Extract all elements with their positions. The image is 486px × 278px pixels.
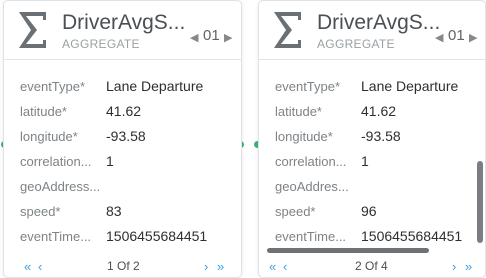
pointer-right-icon[interactable]: ▶ xyxy=(224,31,232,44)
pointer-left-icon[interactable]: ◀ xyxy=(435,31,443,44)
card-type: AGGREGATE xyxy=(62,37,140,51)
pointer-left-icon[interactable]: ◀ xyxy=(190,31,198,44)
first-page-button[interactable]: « xyxy=(24,259,31,274)
processor-card[interactable]: DriverAvgS... AGGREGATE ◀ 01 ▶ eventType… xyxy=(3,0,242,278)
field-value: 41.62 xyxy=(106,103,142,119)
field-value: 1 xyxy=(361,153,369,169)
field-key: eventType* xyxy=(20,79,86,94)
last-page-button[interactable]: » xyxy=(217,259,224,274)
horizontal-scrollbar[interactable] xyxy=(267,248,429,253)
processor-card[interactable]: DriverAvgS... AGGREGATE ◀ 01 ▶ eventType… xyxy=(258,0,486,278)
field-value: 96 xyxy=(361,203,377,219)
field-value: 1 xyxy=(106,153,114,169)
field-key: latitude* xyxy=(20,104,67,119)
field-key: speed* xyxy=(20,204,61,219)
card-title: DriverAvgS... xyxy=(62,11,186,34)
field-key: eventType* xyxy=(275,79,341,94)
field-key: geoAddres... xyxy=(275,179,349,194)
card-title: DriverAvgS... xyxy=(317,11,441,34)
field-value: -93.58 xyxy=(361,128,401,144)
field-key: eventTime... xyxy=(20,229,92,244)
field-value: 1506455684451 xyxy=(361,228,463,244)
field-key: correlation... xyxy=(275,154,347,169)
prev-page-button[interactable]: ‹ xyxy=(38,259,42,274)
page-indicator: 1 Of 2 xyxy=(107,259,140,273)
field-key: geoAddress... xyxy=(20,179,101,194)
field-key: latitude* xyxy=(275,104,322,119)
card-badge: 01 xyxy=(203,27,220,44)
card-footer: « ‹ 1 Of 2 › » xyxy=(4,255,241,277)
field-value: 83 xyxy=(106,203,122,219)
field-key: eventTime... xyxy=(275,229,347,244)
card-type: AGGREGATE xyxy=(317,37,395,51)
sigma-icon xyxy=(19,12,46,48)
field-value: 1506455684451 xyxy=(106,228,208,244)
next-page-button[interactable]: › xyxy=(204,259,208,274)
card-header: DriverAvgS... AGGREGATE ◀ 01 ▶ xyxy=(259,1,485,60)
field-key: speed* xyxy=(275,204,316,219)
field-key: longitude* xyxy=(20,129,78,144)
field-value: Lane Departure xyxy=(361,78,459,94)
vertical-scrollbar[interactable] xyxy=(477,161,483,243)
field-value: 41.62 xyxy=(361,103,397,119)
card-badge: 01 xyxy=(448,27,465,44)
page-indicator: 2 Of 4 xyxy=(355,259,388,273)
field-value: -93.58 xyxy=(106,128,146,144)
last-page-button[interactable]: » xyxy=(465,259,472,274)
field-key: longitude* xyxy=(275,129,333,144)
card-footer: « ‹ 2 Of 4 › » xyxy=(259,255,485,277)
sigma-icon xyxy=(274,12,301,48)
card-header: DriverAvgS... AGGREGATE ◀ 01 ▶ xyxy=(4,1,241,60)
field-key: correlation... xyxy=(20,154,92,169)
next-page-button[interactable]: › xyxy=(452,259,456,274)
prev-page-button[interactable]: ‹ xyxy=(283,259,287,274)
first-page-button[interactable]: « xyxy=(269,259,276,274)
field-value: Lane Departure xyxy=(106,78,204,94)
pointer-right-icon[interactable]: ▶ xyxy=(469,31,477,44)
